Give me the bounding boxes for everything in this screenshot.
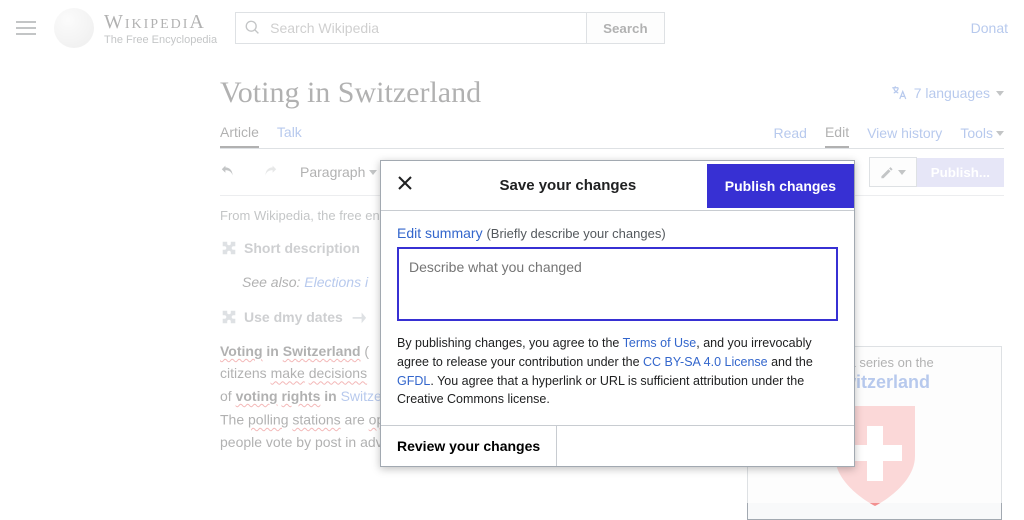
edit-mode-switcher[interactable]	[869, 157, 917, 187]
search-input[interactable]	[236, 13, 586, 43]
donate-link[interactable]: Donat	[971, 20, 1008, 36]
tab-read[interactable]: Read	[774, 125, 807, 147]
dialog-title: Save your changes	[429, 163, 707, 208]
logo-title: WikipediA	[104, 11, 217, 34]
edit-summary-input[interactable]	[397, 247, 838, 321]
return-icon	[349, 308, 367, 326]
search-button[interactable]: Search	[586, 13, 663, 43]
chevron-down-icon	[898, 170, 906, 175]
puzzle-icon	[220, 239, 238, 257]
pencil-icon	[880, 165, 894, 179]
tab-talk[interactable]: Talk	[277, 124, 302, 148]
edit-summary-label: Edit summary (Briefly describe your chan…	[397, 225, 838, 241]
tab-history[interactable]: View history	[867, 125, 942, 147]
chevron-down-icon	[996, 91, 1004, 96]
page-tabs: Article Talk Read Edit View history Tool…	[220, 124, 1004, 149]
terms-of-use-link[interactable]: Terms of Use	[623, 336, 697, 350]
puzzle-icon	[220, 308, 238, 326]
edit-summary-link[interactable]: Edit summary	[397, 225, 483, 241]
search-form: Search	[235, 12, 664, 44]
tab-edit[interactable]: Edit	[825, 124, 849, 148]
translate-icon	[890, 84, 908, 102]
publish-button[interactable]: Publish...	[917, 158, 1004, 187]
hamburger-icon[interactable]	[16, 18, 36, 38]
cc-license-link[interactable]: CC BY-SA 4.0 License	[643, 355, 768, 369]
wikipedia-globe-icon	[54, 8, 94, 48]
gfdl-link[interactable]: GFDL	[397, 374, 430, 388]
redo-icon[interactable]	[260, 162, 278, 183]
review-changes-button[interactable]: Review your changes	[381, 426, 557, 466]
close-icon[interactable]	[381, 161, 429, 210]
site-logo[interactable]: WikipediA The Free Encyclopedia	[54, 8, 217, 48]
tab-tools[interactable]: Tools	[960, 125, 1004, 147]
page-title: Voting in Switzerland	[220, 76, 481, 110]
tab-article[interactable]: Article	[220, 124, 259, 148]
publish-terms-text: By publishing changes, you agree to the …	[397, 334, 838, 409]
site-header: WikipediA The Free Encyclopedia Search D…	[0, 0, 1024, 56]
language-switcher[interactable]: 7 languages	[890, 84, 1004, 102]
see-also-link[interactable]: Elections i	[304, 274, 368, 290]
save-changes-dialog: Save your changes Publish changes Edit s…	[380, 160, 855, 467]
undo-icon[interactable]	[220, 162, 238, 183]
chevron-down-icon	[996, 131, 1004, 136]
logo-subtitle: The Free Encyclopedia	[104, 34, 217, 46]
language-count: 7 languages	[914, 85, 990, 101]
chevron-down-icon	[369, 170, 377, 175]
publish-changes-button[interactable]: Publish changes	[707, 164, 854, 208]
format-dropdown[interactable]: Paragraph	[300, 164, 377, 180]
